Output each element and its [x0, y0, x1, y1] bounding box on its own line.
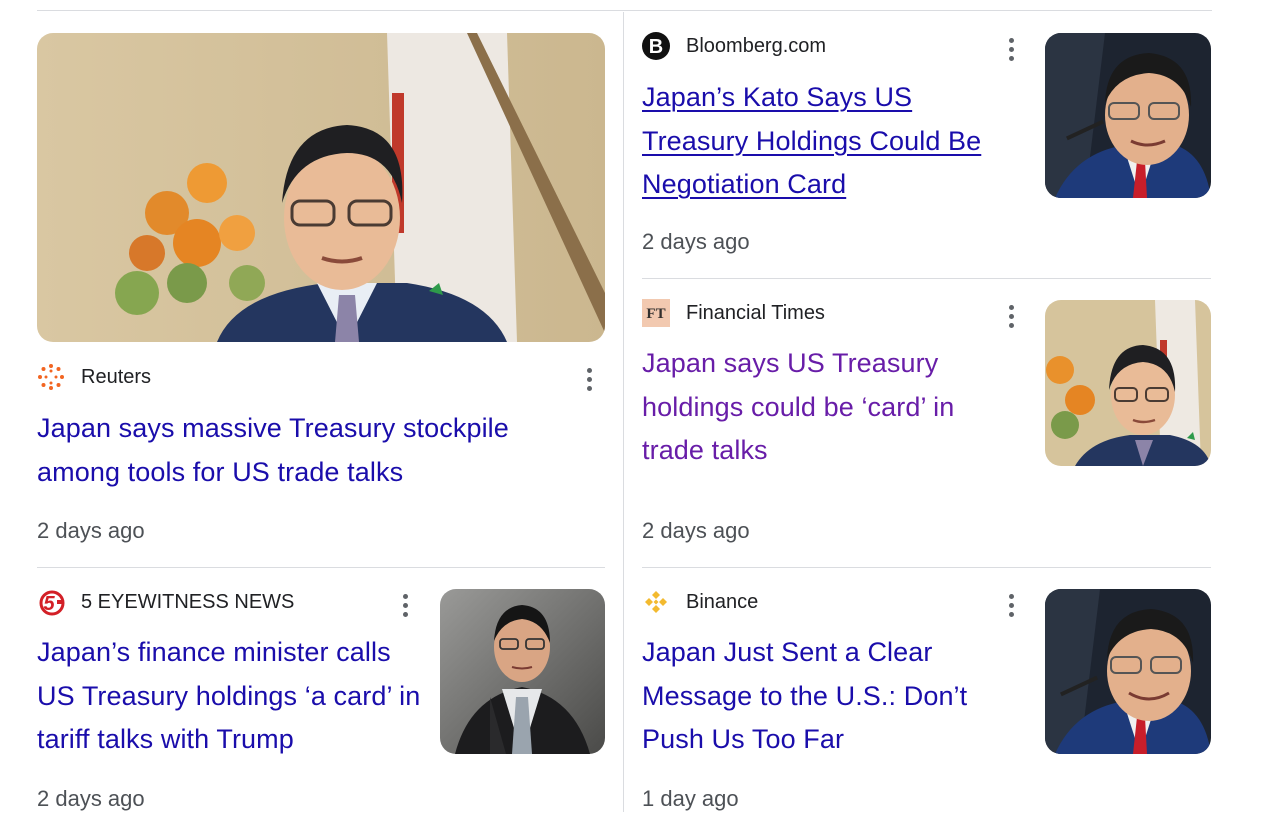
- article-image[interactable]: [1045, 33, 1211, 198]
- more-options-button[interactable]: [583, 366, 595, 392]
- column-divider: [623, 12, 624, 812]
- ft-logo-icon: FT: [642, 299, 670, 327]
- source-name: 5 EYEWITNESS NEWS: [81, 590, 295, 613]
- article-title[interactable]: Japan says US Treasury holdings could be…: [642, 342, 1017, 473]
- article-image[interactable]: [1045, 589, 1211, 754]
- divider: [642, 278, 1211, 279]
- more-options-button[interactable]: [399, 592, 411, 618]
- divider: [37, 567, 605, 568]
- article-image[interactable]: [440, 589, 605, 754]
- more-vert-icon: [1008, 37, 1014, 43]
- source-row: B Bloomberg.com: [642, 32, 827, 60]
- article-image[interactable]: [37, 33, 605, 342]
- article-title[interactable]: Japan Just Sent a Clear Message to the U…: [642, 631, 1017, 762]
- article-title[interactable]: Japan’s finance minister calls US Treasu…: [37, 631, 422, 762]
- reuters-logo-icon: [37, 363, 65, 391]
- more-options-button[interactable]: [1005, 36, 1017, 62]
- source-row: FT Financial Times: [642, 299, 825, 327]
- source-row: Reuters: [37, 364, 151, 390]
- article-time: 2 days ago: [37, 786, 145, 811]
- more-options-button[interactable]: [1005, 592, 1017, 618]
- divider: [642, 567, 1211, 568]
- article-time: 1 day ago: [642, 786, 739, 811]
- article-time: 2 days ago: [37, 518, 145, 543]
- source-name: Binance: [686, 590, 759, 613]
- article-time: 2 days ago: [642, 229, 750, 254]
- svg-text:B: B: [649, 36, 663, 58]
- more-options-button[interactable]: [1005, 303, 1017, 329]
- article-title[interactable]: Japan says massive Treasury stockpile am…: [37, 407, 597, 494]
- more-vert-icon: [1008, 304, 1014, 310]
- source-name: Reuters: [81, 365, 152, 388]
- source-name: Financial Times: [686, 301, 825, 324]
- top-divider: [37, 10, 1212, 11]
- more-vert-icon: [586, 367, 592, 373]
- svg-text:5: 5: [43, 593, 55, 615]
- source-row: Binance: [642, 589, 758, 615]
- 5-eyewitness-logo-icon: 5: [37, 588, 65, 616]
- article-title[interactable]: Japan’s Kato Says US Treasury Holdings C…: [642, 76, 1017, 207]
- more-vert-icon: [402, 593, 408, 599]
- bloomberg-logo-icon: B: [642, 32, 670, 60]
- article-image[interactable]: [1045, 300, 1211, 466]
- source-name: Bloomberg.com: [686, 34, 827, 57]
- article-time: 2 days ago: [642, 518, 750, 543]
- svg-text:FT: FT: [646, 306, 665, 322]
- source-row: 5 5 EYEWITNESS NEWS: [37, 588, 295, 616]
- more-vert-icon: [1008, 593, 1014, 599]
- binance-logo-icon: [642, 588, 670, 616]
